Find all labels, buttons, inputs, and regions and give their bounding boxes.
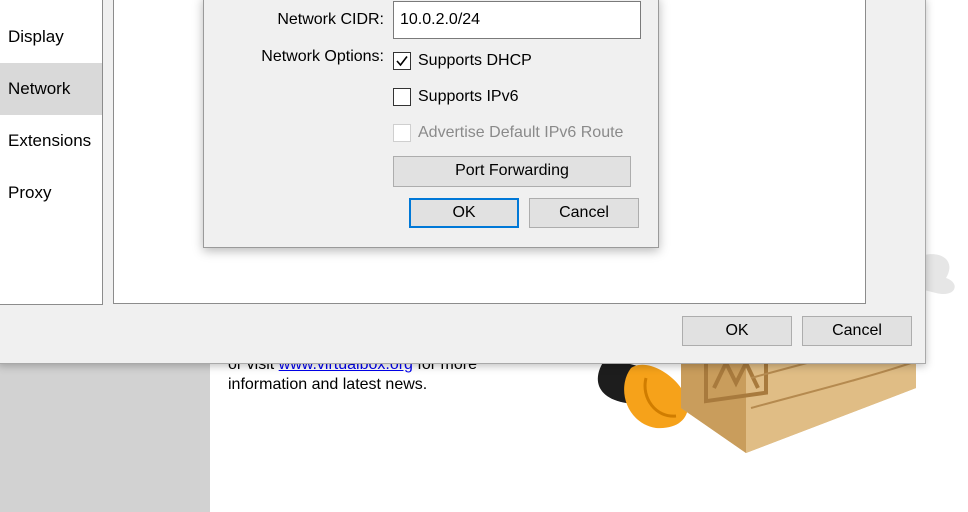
advertise-ipv6-route-label: Advertise Default IPv6 Route bbox=[418, 124, 624, 141]
advertise-ipv6-route-option: Advertise Default IPv6 Route bbox=[393, 122, 623, 144]
welcome-text-line2: information and latest news. bbox=[228, 376, 428, 393]
network-cidr-label: Network CIDR: bbox=[277, 11, 384, 28]
port-forwarding-button[interactable]: Port Forwarding bbox=[393, 156, 631, 187]
dialog-ok-button[interactable]: OK bbox=[409, 198, 519, 228]
sidebar-item-network[interactable]: Network bbox=[0, 63, 102, 115]
advertise-ipv6-route-checkbox bbox=[393, 124, 411, 142]
supports-ipv6-checkbox[interactable] bbox=[393, 88, 411, 106]
settings-cancel-button[interactable]: Cancel bbox=[802, 316, 912, 346]
supports-ipv6-label: Supports IPv6 bbox=[418, 88, 519, 105]
dialog-cancel-button[interactable]: Cancel bbox=[529, 198, 639, 228]
network-options-label: Network Options: bbox=[261, 48, 384, 65]
supports-dhcp-label: Supports DHCP bbox=[418, 52, 532, 69]
supports-dhcp-option[interactable]: Supports DHCP bbox=[393, 50, 532, 72]
supports-dhcp-checkbox[interactable] bbox=[393, 52, 411, 70]
sidebar-item-proxy[interactable]: Proxy bbox=[0, 167, 102, 219]
network-cidr-field[interactable]: 10.0.2.0/24 bbox=[393, 1, 641, 39]
settings-ok-button[interactable]: OK bbox=[682, 316, 792, 346]
sidebar-item-extensions[interactable]: Extensions bbox=[0, 115, 102, 167]
supports-ipv6-option[interactable]: Supports IPv6 bbox=[393, 86, 519, 108]
nat-network-dialog: Network CIDR: 10.0.2.0/24 Network Option… bbox=[203, 0, 659, 248]
settings-sidebar: Display Network Extensions Proxy bbox=[0, 0, 103, 305]
sidebar-item-display[interactable]: Display bbox=[0, 11, 102, 63]
checkmark-icon bbox=[396, 56, 408, 67]
